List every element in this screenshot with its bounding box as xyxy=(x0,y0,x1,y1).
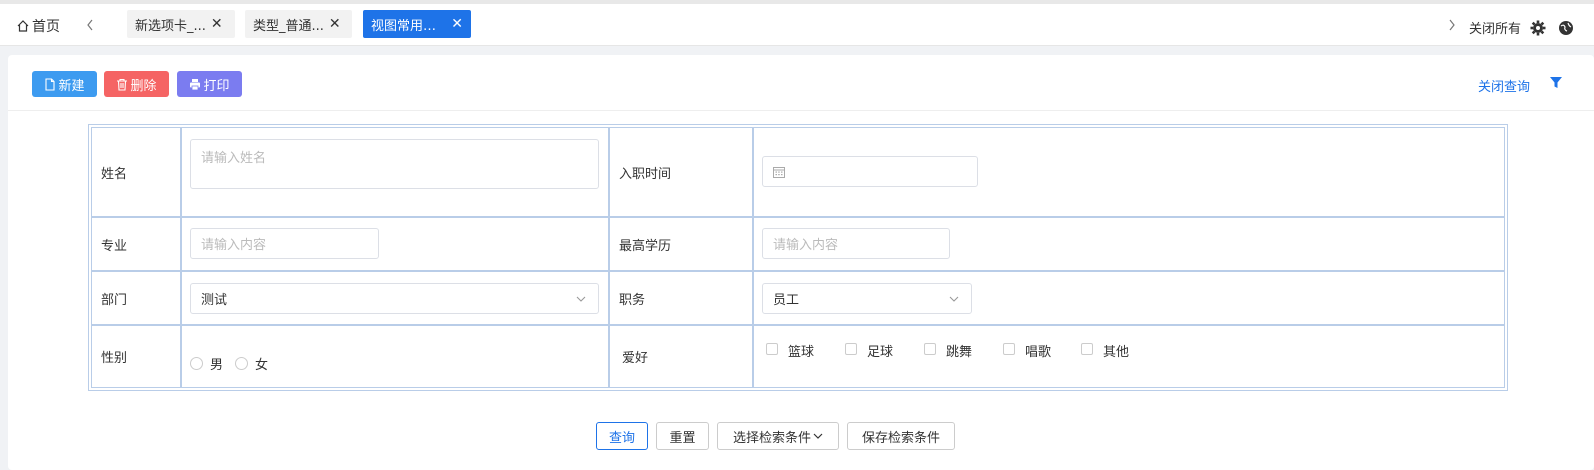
chevron-down-icon xyxy=(576,296,586,302)
new-button[interactable]: 新建 xyxy=(32,71,97,97)
position-label: 职务 xyxy=(619,292,646,308)
gender-label: 性别 xyxy=(101,351,128,366)
tab-type[interactable]: 类型_普通... ✕ xyxy=(245,10,352,38)
checkbox-box xyxy=(1003,342,1015,355)
close-all-button[interactable]: 关闭所有 xyxy=(1469,18,1521,37)
checkbox-label: 唱歌 xyxy=(1025,345,1052,360)
checkbox-box xyxy=(1081,342,1093,355)
checkbox-box xyxy=(845,342,857,355)
chevron-left-icon xyxy=(87,19,93,31)
divider xyxy=(8,110,1594,111)
tab-new[interactable]: 新选项卡_... ✕ xyxy=(127,10,235,38)
home-tab[interactable]: 首页 xyxy=(16,16,60,36)
printer-icon xyxy=(190,78,201,90)
print-button[interactable]: 打印 xyxy=(177,71,242,97)
delete-label: 删除 xyxy=(130,77,157,93)
calendar-icon xyxy=(773,166,785,178)
checkbox-box xyxy=(766,342,778,355)
file-icon xyxy=(45,77,56,91)
radio-circle xyxy=(190,357,203,370)
close-icon[interactable]: ✕ xyxy=(451,17,463,31)
print-label: 打印 xyxy=(203,77,230,93)
radio-circle xyxy=(235,357,248,370)
save-conditions-button[interactable]: 保存检索条件 xyxy=(847,422,955,450)
position-select[interactable]: 员工 xyxy=(762,283,972,314)
tab-bar: 首页 新选项卡_... ✕ 类型_普通... ✕ 视图常用查询 ✕ 关闭所有 xyxy=(0,0,1594,46)
hobby-checkbox-football[interactable]: 足球 xyxy=(845,341,893,360)
major-input[interactable]: 请输入内容 xyxy=(190,228,379,259)
checkbox-box xyxy=(924,342,936,355)
tab-label: 视图常用查询 xyxy=(371,18,447,34)
query-button[interactable]: 查询 xyxy=(596,422,648,450)
search-form: 姓名 请输入姓名 入职时间 专业 请输入内容 最高学历 请输入内容 部门 测试 … xyxy=(88,124,1508,391)
position-value: 员工 xyxy=(773,293,800,308)
home-icon xyxy=(17,20,29,32)
tab-view-common-query[interactable]: 视图常用查询 ✕ xyxy=(363,10,471,38)
tab-label: 类型_普通... xyxy=(253,18,324,34)
checkbox-label: 篮球 xyxy=(788,345,815,360)
delete-button[interactable]: 删除 xyxy=(104,71,169,97)
chevron-right-icon xyxy=(1449,19,1455,31)
education-label: 最高学历 xyxy=(619,238,672,254)
education-input[interactable]: 请输入内容 xyxy=(762,228,950,259)
gear-icon[interactable] xyxy=(1530,20,1546,36)
close-icon[interactable]: ✕ xyxy=(329,17,341,31)
major-label: 专业 xyxy=(101,238,128,254)
dept-label: 部门 xyxy=(101,292,128,308)
checkbox-label: 足球 xyxy=(867,345,894,360)
close-icon[interactable]: ✕ xyxy=(211,17,223,31)
dept-value: 测试 xyxy=(201,293,228,308)
radio-label: 女 xyxy=(255,358,269,373)
trash-icon xyxy=(117,78,128,91)
name-input[interactable]: 请输入姓名 xyxy=(190,139,599,189)
main-panel: 新建 删除 打印 关闭查询 姓名 请输入姓名 入职时间 专业 请输入内容 最高学… xyxy=(8,55,1594,470)
globe-icon[interactable] xyxy=(1558,20,1574,36)
hobby-checkbox-dance[interactable]: 跳舞 xyxy=(924,341,972,360)
tab-label: 新选项卡_... xyxy=(135,18,206,34)
close-query-link[interactable]: 关闭查询 xyxy=(1478,76,1530,95)
hire-date-picker[interactable] xyxy=(762,156,978,187)
checkbox-label: 跳舞 xyxy=(946,345,973,360)
reset-button[interactable]: 重置 xyxy=(656,422,709,450)
select-conditions-button[interactable]: 选择检索条件 xyxy=(717,422,839,450)
tabs-scroll-left-button[interactable] xyxy=(82,14,98,36)
select-conditions-label: 选择检索条件 xyxy=(732,429,811,445)
tabs-scroll-right-button[interactable] xyxy=(1444,14,1460,36)
hobby-label: 爱好 xyxy=(622,351,649,366)
filter-icon[interactable] xyxy=(1550,77,1562,89)
new-label: 新建 xyxy=(58,77,85,93)
name-label: 姓名 xyxy=(101,166,128,182)
hobby-checkbox-other[interactable]: 其他 xyxy=(1081,341,1129,360)
gender-radio-male[interactable]: 男 xyxy=(190,354,223,373)
hobby-checkbox-basketball[interactable]: 篮球 xyxy=(766,341,814,360)
checkbox-label: 其他 xyxy=(1103,345,1130,360)
chevron-down-icon xyxy=(949,296,959,302)
home-label: 首页 xyxy=(32,19,60,35)
chevron-down-icon xyxy=(813,433,823,439)
hobby-checkbox-sing[interactable]: 唱歌 xyxy=(1003,341,1051,360)
dept-select[interactable]: 测试 xyxy=(190,283,599,314)
gender-radio-female[interactable]: 女 xyxy=(235,354,268,373)
hire-date-label: 入职时间 xyxy=(619,166,672,182)
radio-label: 男 xyxy=(210,358,224,373)
